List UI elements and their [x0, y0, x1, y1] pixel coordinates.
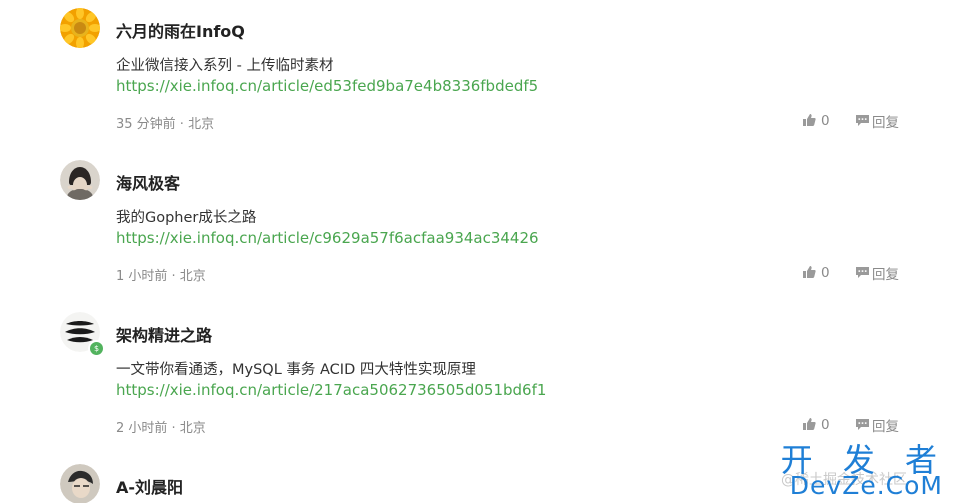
like-button[interactable]: 0 [802, 416, 830, 434]
user-name[interactable]: 架构精进之路 [116, 322, 212, 346]
like-count: 0 [821, 265, 830, 281]
thumbs-up-icon [802, 264, 816, 283]
comment-item: $ 架构精进之路 一文带你看通透，MySQL 事务 ACID 四大特性实现原理 … [0, 308, 955, 460]
comment-text: 我的Gopher成长之路 [116, 210, 257, 226]
comment-meta: 1 小时前 · 北京 [116, 269, 206, 284]
reply-button[interactable]: 回复 [855, 264, 899, 283]
like-count: 0 [821, 417, 830, 433]
comment-meta: 35 分钟前 · 北京 [116, 117, 215, 132]
comment-item: 海风极客 我的Gopher成长之路 https://xie.infoq.cn/a… [0, 156, 955, 308]
user-avatar[interactable] [60, 8, 100, 48]
comment-item: 六月的雨在InfoQ 企业微信接入系列 - 上传临时素材 https://xie… [0, 4, 955, 156]
user-name[interactable]: 六月的雨在InfoQ [116, 18, 245, 42]
like-button[interactable]: 0 [802, 112, 830, 130]
thumbs-up-icon [802, 112, 816, 131]
user-name[interactable]: A-刘晨阳 [116, 474, 183, 498]
verified-badge-icon: $ [88, 340, 105, 357]
article-link[interactable]: https://xie.infoq.cn/article/217aca50627… [116, 381, 546, 399]
comment-text: 企业微信接入系列 - 上传临时素材 [116, 58, 334, 74]
like-button[interactable]: 0 [802, 264, 830, 282]
thumbs-up-icon [802, 416, 816, 435]
comment-text: 一文带你看通透，MySQL 事务 ACID 四大特性实现原理 [116, 362, 476, 378]
comment-meta: 2 小时前 · 北京 [116, 421, 206, 436]
reply-label: 回复 [872, 115, 899, 131]
comment-icon [855, 264, 870, 283]
reply-button[interactable]: 回复 [855, 112, 899, 131]
reply-label: 回复 [872, 419, 899, 435]
user-avatar[interactable] [60, 464, 100, 503]
article-link[interactable]: https://xie.infoq.cn/article/c9629a57f6a… [116, 229, 539, 247]
comment-icon [855, 112, 870, 131]
user-avatar[interactable] [60, 160, 100, 200]
article-link[interactable]: https://xie.infoq.cn/article/ed53fed9ba7… [116, 77, 538, 95]
reply-label: 回复 [872, 267, 899, 283]
user-name[interactable]: 海风极客 [116, 170, 180, 194]
comment-item: A-刘晨阳 [0, 460, 955, 503]
comment-icon [855, 416, 870, 435]
like-count: 0 [821, 113, 830, 129]
reply-button[interactable]: 回复 [855, 416, 899, 435]
